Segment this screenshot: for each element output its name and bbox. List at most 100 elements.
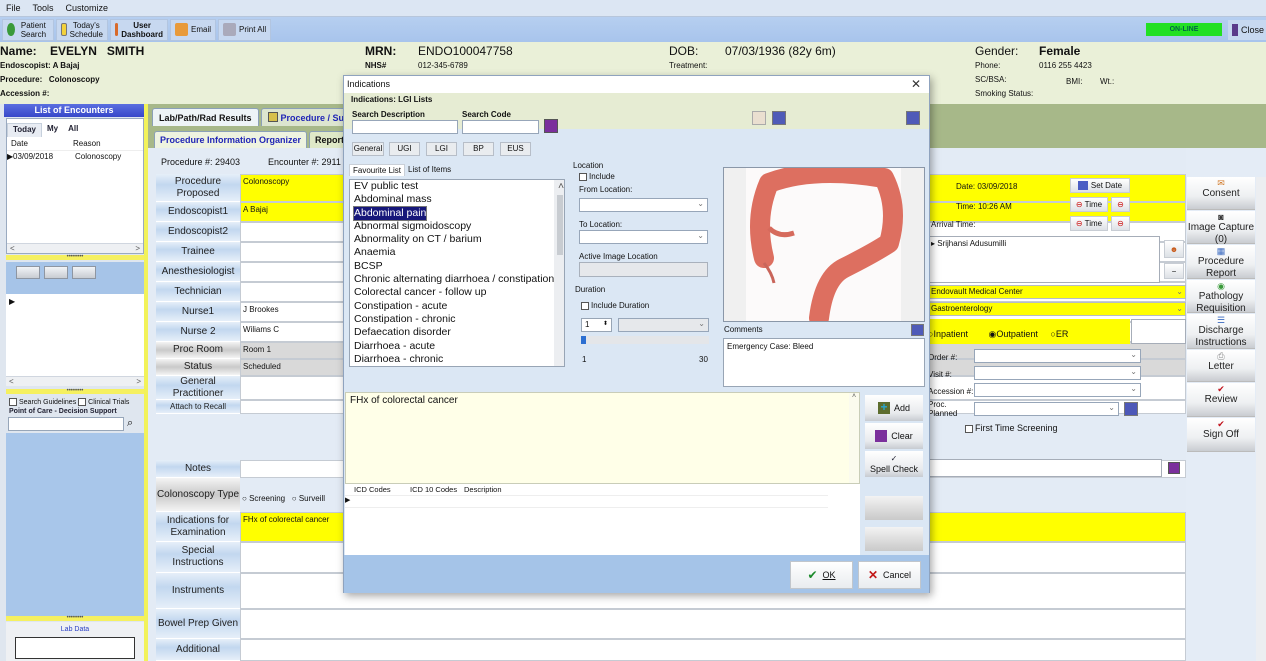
clinical-trials-checkbox[interactable]	[78, 398, 87, 406]
indication-item[interactable]: Abdominal pain	[352, 205, 564, 221]
poc-search-input[interactable]	[8, 417, 124, 431]
indication-item[interactable]: Abnormality on CT / barium	[352, 233, 564, 246]
icd-row[interactable]: ▶	[345, 496, 828, 508]
indication-item[interactable]: Abnormal sigmoidoscopy	[352, 220, 564, 233]
anatomy-image[interactable]	[723, 163, 925, 328]
facility-select[interactable]: Endovault Medical Center ⌄	[928, 285, 1186, 299]
cancel-button[interactable]: ✕ Cancel	[858, 561, 921, 589]
outpatient-radio[interactable]: ◉Outpatient	[988, 329, 1037, 339]
first-time-screening-checkbox[interactable]: First Time Screening	[965, 423, 1058, 433]
horizontal-scrollbar-2[interactable]: < >	[6, 376, 144, 386]
sidebar-button-consent[interactable]: ✉ Consent	[1187, 177, 1255, 210]
include-duration-checkbox[interactable]: Include Duration	[581, 301, 649, 310]
sidebar-button-letter[interactable]: ⎙ Letter	[1187, 350, 1255, 382]
print-all-button[interactable]: Print All	[218, 18, 272, 41]
inpatient-radio[interactable]: ○Inpatient	[928, 329, 968, 339]
indication-item[interactable]: Colorectal cancer - follow up	[352, 286, 564, 299]
tab-all[interactable]: All	[63, 123, 83, 137]
indication-item[interactable]: Diarrhoea - chronic	[352, 353, 564, 366]
tab-lab-results[interactable]: Lab/Path/Rad Results	[152, 108, 259, 126]
duration-slider[interactable]	[581, 336, 709, 344]
additional-field[interactable]	[240, 639, 1186, 661]
user-dashboard-button[interactable]: User Dashboard	[110, 18, 168, 41]
duration-unit-select[interactable]: ⌄	[618, 318, 709, 332]
bowel-prep-field[interactable]	[240, 609, 1186, 639]
include-location-checkbox[interactable]: Include	[579, 172, 615, 181]
to-location-select[interactable]: ⌄	[579, 230, 708, 244]
horizontal-scrollbar[interactable]: < >	[7, 243, 143, 253]
sort-icon[interactable]	[752, 111, 766, 125]
accession-select[interactable]: ⌄	[974, 383, 1141, 397]
sidebar-button-image-capture[interactable]: ◙ Image Capture (0)	[1187, 211, 1255, 245]
email-button[interactable]: Email	[170, 18, 217, 41]
encounter-row[interactable]: ▶ 03/09/2018 Colonoscopy	[7, 151, 143, 162]
proc-planned-select[interactable]: ⌄	[974, 402, 1119, 416]
dialog-close-icon[interactable]: ✕	[911, 77, 921, 91]
x-button[interactable]	[72, 266, 96, 279]
minus-button[interactable]	[44, 266, 68, 279]
category-button-general[interactable]: General	[352, 142, 384, 156]
splitter-2[interactable]: ••••••••	[6, 388, 144, 394]
sidebar-button-procedure-report[interactable]: ▦ Procedure Report	[1187, 245, 1255, 279]
tab-procedure-info-organizer[interactable]: Procedure Information Organizer	[154, 131, 308, 148]
order-select[interactable]: ⌄	[974, 349, 1141, 363]
search-code-input[interactable]	[462, 120, 539, 134]
slider-thumb[interactable]	[581, 336, 586, 344]
from-location-select[interactable]: ⌄	[579, 198, 708, 212]
add-staff-button[interactable]: ☻	[1164, 240, 1184, 258]
duration-stepper[interactable]: 1 ⬍	[581, 318, 612, 332]
er-radio[interactable]: ○ER	[1050, 329, 1068, 339]
splitter[interactable]: ••••••••	[6, 254, 144, 260]
tab-favourite-list[interactable]: Favourite List	[349, 164, 406, 176]
clear-search-icon[interactable]	[544, 119, 558, 133]
indication-item[interactable]: Chronic alternating diarrhoea / constipa…	[352, 273, 564, 286]
tab-procedure[interactable]: Procedure / Sur	[260, 108, 355, 126]
indication-item[interactable]: BCSP	[352, 260, 564, 273]
patient-type-extra-field[interactable]	[1131, 319, 1186, 344]
ok-button[interactable]: ✔ OK	[790, 561, 853, 589]
close-button[interactable]: Close	[1228, 20, 1266, 40]
sidebar-button-discharge-instructions[interactable]: ☰ Discharge Instructions	[1187, 314, 1255, 349]
search-icon[interactable]: ⌕	[127, 417, 133, 431]
tab-list-of-items[interactable]: List of Items	[405, 164, 454, 176]
indication-item[interactable]: Constipation - chronic	[352, 313, 564, 326]
move-down-button[interactable]	[865, 527, 923, 551]
indication-item[interactable]: EV public test	[352, 180, 564, 193]
search-description-input[interactable]	[352, 120, 458, 134]
category-button-lgi[interactable]: LGI	[426, 142, 457, 156]
edit-list-icon-2[interactable]	[906, 111, 920, 125]
surveillance-radio[interactable]: ○ Surveill	[292, 494, 325, 503]
indication-item[interactable]: Constipation - acute	[352, 300, 564, 313]
add-button[interactable]: + Add	[865, 395, 923, 421]
move-up-button[interactable]	[865, 496, 923, 520]
indication-item[interactable]: Anaemia	[352, 246, 564, 259]
sidebar-button-review[interactable]: ✔ Review	[1187, 383, 1255, 417]
time-button[interactable]: ⊖ Time	[1070, 197, 1108, 212]
edit-list-icon[interactable]	[772, 111, 786, 125]
category-button-ugi[interactable]: UGI	[389, 142, 420, 156]
list-scrollbar[interactable]: ˄	[554, 180, 564, 366]
todays-schedule-button[interactable]: Today's Schedule	[56, 18, 108, 41]
indication-item[interactable]: Abdominal mass	[352, 193, 564, 206]
menu-tools[interactable]: Tools	[27, 3, 60, 13]
arrival-time-button[interactable]: ⊖ Time	[1070, 216, 1108, 231]
edit-notes-icon[interactable]	[1168, 462, 1180, 474]
remove-staff-button[interactable]: −	[1164, 263, 1184, 279]
sidebar-button-sign-off[interactable]: ✔ Sign Off	[1187, 418, 1255, 452]
search-guidelines-checkbox[interactable]	[9, 398, 17, 406]
category-button-bp[interactable]: BP	[463, 142, 494, 156]
screening-radio[interactable]: ○ Screening	[242, 494, 285, 503]
tab-today[interactable]: Today	[7, 123, 42, 137]
menu-file[interactable]: File	[0, 3, 27, 13]
arrival-clear-button[interactable]: ⊖	[1111, 216, 1130, 231]
staff-list[interactable]: ▸ Srijhansi Adusumilli	[928, 236, 1160, 283]
indication-text-area[interactable]: FHx of colorectal cancer ˄	[345, 392, 860, 484]
spell-check-button[interactable]: ✓ Spell Check	[865, 451, 923, 477]
edit-comments-icon[interactable]	[911, 324, 924, 336]
indication-item[interactable]: Defaecation disorder	[352, 326, 564, 339]
splitter-3[interactable]: ••••••••	[6, 615, 144, 621]
visit-select[interactable]: ⌄	[974, 366, 1141, 380]
time-clear-button[interactable]: ⊖	[1111, 197, 1130, 212]
clear-button[interactable]: Clear	[865, 423, 923, 449]
sidebar-button-pathology-requisition[interactable]: ◉ Pathology Requisition	[1187, 280, 1255, 314]
